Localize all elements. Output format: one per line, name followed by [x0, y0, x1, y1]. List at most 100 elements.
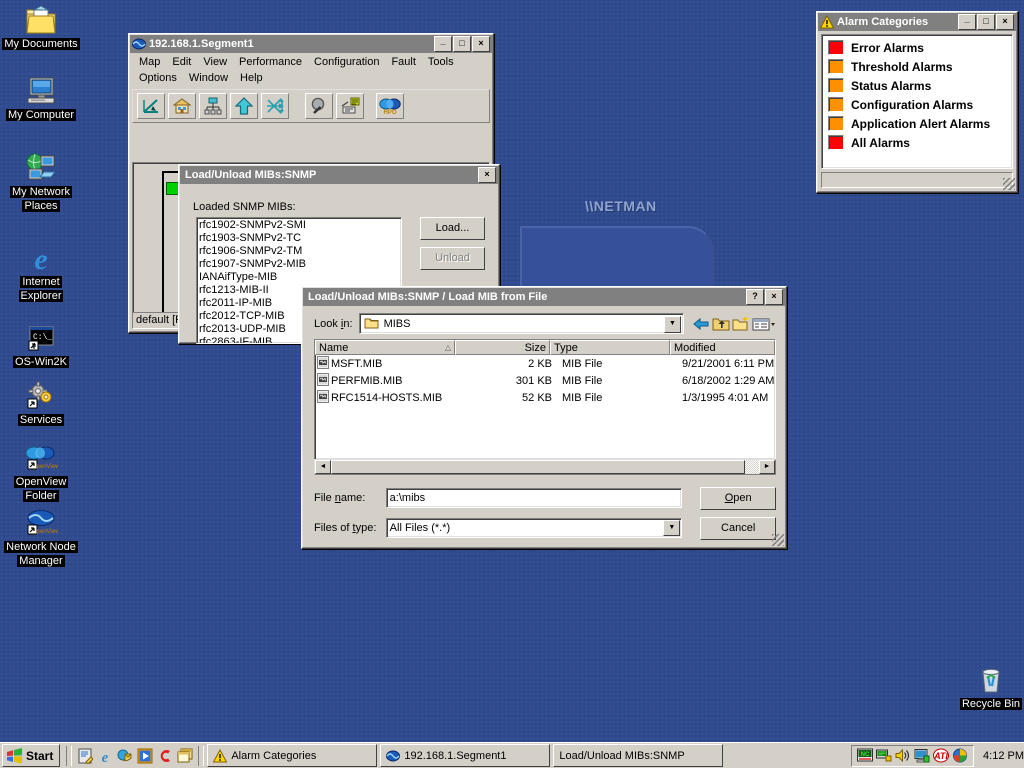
scroll-left-button[interactable]: ◄ [315, 460, 331, 474]
resize-grip[interactable] [1003, 178, 1015, 190]
chevron-down-icon[interactable]: ▼ [664, 316, 681, 333]
quick-navigator-button[interactable] [261, 93, 289, 119]
map-window-titlebar[interactable]: 192.168.1.Segment1 _ □ × [130, 35, 492, 53]
menu-tools[interactable]: Tools [423, 55, 461, 69]
load-mib-from-file-dialog[interactable]: Load/Unload MIBs:SNMP / Load MIB from Fi… [301, 286, 787, 549]
quicklaunch-media-player[interactable] [135, 746, 155, 766]
alarm-category-item[interactable]: Status Alarms [822, 76, 1012, 95]
file-name-input[interactable]: a:\mibs [385, 488, 683, 508]
tray-display-icon[interactable] [914, 748, 930, 763]
tray-openview-icon[interactable] [952, 748, 968, 763]
file-row[interactable]: PERFMIB.MIB 301 KB MIB File 6/18/2002 1:… [315, 372, 775, 389]
desktop[interactable]: \\NETMAN My Documents My Computer My Net… [0, 0, 1024, 742]
quicklaunch-cd-player[interactable] [155, 746, 175, 766]
file-dialog-titlebar[interactable]: Load/Unload MIBs:SNMP / Load MIB from Fi… [303, 288, 785, 306]
scroll-right-button[interactable]: ► [759, 460, 775, 474]
list-item[interactable]: IANAifType-MIB [199, 271, 401, 284]
maximize-button[interactable]: □ [977, 14, 995, 30]
alarm-window-titlebar[interactable]: Alarm Categories _ □ × [818, 13, 1016, 31]
quicklaunch-show-desktop[interactable] [75, 746, 95, 766]
views-button[interactable] [751, 314, 776, 334]
resize-grip[interactable] [772, 534, 784, 546]
menu-view[interactable]: View [198, 55, 234, 69]
help-button[interactable]: ? [746, 289, 764, 305]
quicklaunch-internet-explorer[interactable]: e [95, 746, 115, 766]
alarm-category-item[interactable]: Threshold Alarms [822, 57, 1012, 76]
tray-lan-icon[interactable] [876, 748, 892, 763]
start-button[interactable]: Start [2, 744, 61, 767]
desktop-icon-recycle-bin[interactable]: Recycle Bin [950, 662, 1024, 710]
parent-submap-button[interactable] [199, 93, 227, 119]
scrollbar-thumb[interactable] [331, 460, 745, 474]
up-one-level-button[interactable] [230, 93, 258, 119]
close-button[interactable]: × [996, 14, 1014, 30]
column-header-size[interactable]: Size [455, 340, 550, 355]
system-tray[interactable]: NC ATI [851, 744, 975, 767]
cancel-button[interactable]: Cancel [700, 516, 776, 540]
minimize-button[interactable]: _ [958, 14, 976, 30]
menu-performance[interactable]: Performance [234, 55, 309, 69]
file-row[interactable]: RFC1514-HOSTS.MIB 52 KB MIB File 1/3/199… [315, 389, 775, 406]
scrollbar-track[interactable] [745, 460, 759, 474]
find-button[interactable] [305, 93, 333, 119]
chevron-down-icon[interactable]: ▼ [663, 520, 681, 536]
unload-button[interactable]: Unload [420, 247, 485, 270]
back-button[interactable] [691, 314, 711, 334]
quicklaunch-window-list[interactable] [175, 746, 195, 766]
menu-map[interactable]: Map [134, 55, 167, 69]
new-folder-button[interactable] [731, 314, 751, 334]
file-list-hscrollbar[interactable]: ◄ ► [314, 459, 776, 475]
load-button[interactable]: Load... [420, 217, 485, 240]
minimize-button[interactable]: _ [434, 36, 452, 52]
close-button[interactable]: × [472, 36, 490, 52]
alarm-category-item[interactable]: Configuration Alarms [822, 95, 1012, 114]
tray-volume-icon[interactable] [895, 748, 911, 763]
tray-ati-icon[interactable]: ATI [933, 748, 950, 763]
task-segment1[interactable]: 192.168.1.Segment1 [380, 744, 551, 767]
root-submap-button[interactable] [137, 93, 165, 119]
taskbar[interactable]: Start e Alarm Categories 192.168.1.Segme… [0, 742, 1024, 768]
task-alarm-categories[interactable]: Alarm Categories [207, 744, 378, 767]
up-one-level-button[interactable] [711, 314, 731, 334]
task-load-unload-mibs[interactable]: Load/Unload MIBs:SNMP [553, 744, 724, 767]
alarm-category-item[interactable]: Application Alert Alarms [822, 114, 1012, 133]
alarm-categories-list[interactable]: Error Alarms Threshold Alarms Status Ala… [821, 34, 1013, 169]
alarm-categories-window[interactable]: Alarm Categories _ □ × Error Alarms Thre… [816, 11, 1018, 193]
list-item[interactable]: rfc1906-SNMPv2-TM [199, 245, 401, 258]
desktop-icon-network-node-manager[interactable]: penView Network Node Manager [0, 505, 82, 567]
menu-fault[interactable]: Fault [386, 55, 422, 69]
files-of-type-combobox[interactable]: All Files (*.*) ▼ [385, 518, 683, 538]
desktop-icon-my-computer[interactable]: My Computer [0, 73, 82, 121]
desktop-icon-services[interactable]: Services [0, 378, 82, 426]
desktop-icon-internet-explorer[interactable]: e Internet Explorer [0, 240, 82, 302]
quicklaunch-outlook-express[interactable] [115, 746, 135, 766]
list-item[interactable]: rfc1907-SNMPv2-MIB [199, 258, 401, 271]
menu-edit[interactable]: Edit [167, 55, 198, 69]
file-list-header[interactable]: Name △ Size Type Modified [315, 340, 775, 355]
maximize-button[interactable]: □ [453, 36, 471, 52]
menu-help[interactable]: Help [235, 71, 270, 85]
column-header-modified[interactable]: Modified [670, 340, 775, 355]
alarm-category-item[interactable]: Error Alarms [822, 38, 1012, 57]
close-button[interactable]: × [478, 167, 496, 183]
file-row[interactable]: MSFT.MIB 2 KB MIB File 9/21/2001 6:11 PM [315, 355, 775, 372]
open-button[interactable]: Open [700, 486, 776, 510]
look-in-combobox[interactable]: MIBS ▼ [358, 313, 684, 334]
map-toolbar[interactable]: HPO [132, 89, 490, 123]
mib-dialog-titlebar[interactable]: Load/Unload MIBs:SNMP × [180, 166, 498, 184]
mib-browser-button[interactable] [336, 93, 364, 119]
alarm-category-item[interactable]: All Alarms [822, 133, 1012, 152]
list-item[interactable]: rfc1902-SNMPv2-SMI [199, 219, 401, 232]
tray-network-icon[interactable]: NC [857, 748, 874, 763]
menu-options[interactable]: Options [134, 71, 184, 85]
hp-openview-button[interactable]: HPO [376, 93, 404, 119]
desktop-icon-my-network-places[interactable]: My Network Places [0, 150, 82, 212]
home-submap-button[interactable] [168, 93, 196, 119]
close-button[interactable]: × [765, 289, 783, 305]
desktop-icon-my-documents[interactable]: My Documents [0, 2, 82, 50]
column-header-name[interactable]: Name △ [315, 340, 455, 355]
desktop-icon-os-win2k[interactable]: C:\_ OS-Win2K [0, 320, 82, 368]
column-header-type[interactable]: Type [550, 340, 670, 355]
menu-configuration[interactable]: Configuration [309, 55, 386, 69]
desktop-icon-openview-folder[interactable]: penView OpenView Folder [0, 440, 82, 502]
